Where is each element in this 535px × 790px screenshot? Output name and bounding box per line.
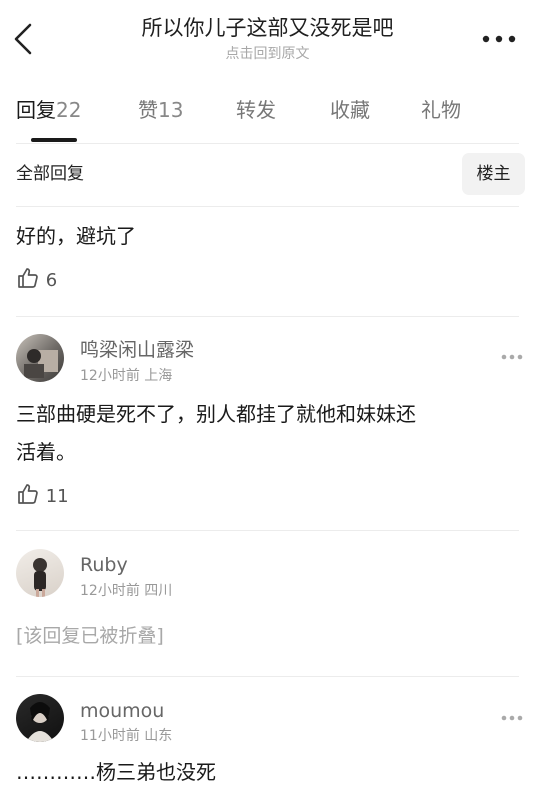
tab-likes[interactable]: 赞13 bbox=[138, 96, 183, 124]
comment-meta: 12小时前 四川 bbox=[80, 581, 172, 601]
divider bbox=[16, 676, 519, 677]
comment-time: 11小时前 bbox=[80, 728, 140, 744]
comment-time: 12小时前 bbox=[80, 583, 140, 599]
tab-label: 回复 bbox=[16, 98, 56, 122]
comment-time: 12小时前 bbox=[80, 368, 140, 384]
comment-location: 山东 bbox=[144, 728, 173, 744]
tab-count: 13 bbox=[158, 98, 184, 122]
comment-meta: 11小时前 山东 bbox=[80, 726, 172, 746]
tab-favorites[interactable]: 收藏 bbox=[330, 96, 370, 124]
avatar[interactable] bbox=[16, 334, 64, 382]
comment-text: 活着。 bbox=[16, 440, 76, 464]
tab-label: 转发 bbox=[236, 98, 276, 122]
username[interactable]: moumou bbox=[80, 698, 164, 724]
divider bbox=[16, 206, 519, 207]
avatar[interactable] bbox=[16, 549, 64, 597]
more-horizontal-icon[interactable] bbox=[482, 35, 516, 43]
avatar-image bbox=[33, 558, 47, 597]
comment-more-icon[interactable] bbox=[501, 354, 523, 360]
divider bbox=[16, 316, 519, 317]
tab-replies[interactable]: 回复22 bbox=[16, 96, 81, 124]
comment-location: 上海 bbox=[144, 368, 173, 384]
avatar[interactable] bbox=[16, 694, 64, 742]
comment-meta: 12小时前 上海 bbox=[80, 366, 172, 386]
like-button[interactable]: 11 bbox=[16, 482, 69, 509]
folded-reply-notice[interactable]: [该回复已被折叠] bbox=[16, 622, 164, 650]
divider bbox=[16, 530, 519, 531]
username[interactable]: Ruby bbox=[80, 552, 128, 578]
divider bbox=[16, 143, 519, 144]
comment-more-icon[interactable] bbox=[501, 715, 523, 721]
tab-label: 礼物 bbox=[421, 98, 461, 122]
tab-reposts[interactable]: 转发 bbox=[236, 96, 276, 124]
comment-text: …………杨三弟也没死 bbox=[16, 760, 216, 784]
owner-only-button[interactable]: 楼主 bbox=[462, 153, 525, 195]
comment-text: 三部曲硬是死不了，别人都挂了就他和妹妹还 bbox=[16, 402, 416, 426]
like-count: 6 bbox=[45, 270, 58, 291]
tab-gifts[interactable]: 礼物 bbox=[421, 96, 461, 124]
like-button[interactable]: 6 bbox=[16, 266, 57, 293]
tab-label: 赞 bbox=[138, 98, 158, 122]
thumbs-up-icon bbox=[18, 268, 38, 288]
active-tab-indicator bbox=[31, 138, 77, 142]
page-title: 所以你儿子这部又没死是吧 bbox=[141, 16, 394, 40]
username[interactable]: 鸣梁闲山露梁 bbox=[80, 337, 194, 363]
back-to-original-link[interactable]: 点击回到原文 bbox=[0, 44, 535, 64]
avatar-image bbox=[24, 349, 58, 378]
like-count: 11 bbox=[45, 486, 69, 507]
comment-location: 四川 bbox=[144, 583, 173, 599]
comment-text: 好的，避坑了 bbox=[16, 224, 136, 248]
thumbs-up-icon bbox=[18, 484, 38, 504]
tab-label: 收藏 bbox=[330, 98, 370, 122]
tab-count: 22 bbox=[56, 98, 82, 122]
avatar-image bbox=[26, 702, 54, 742]
all-replies-filter[interactable]: 全部回复 bbox=[16, 161, 84, 187]
